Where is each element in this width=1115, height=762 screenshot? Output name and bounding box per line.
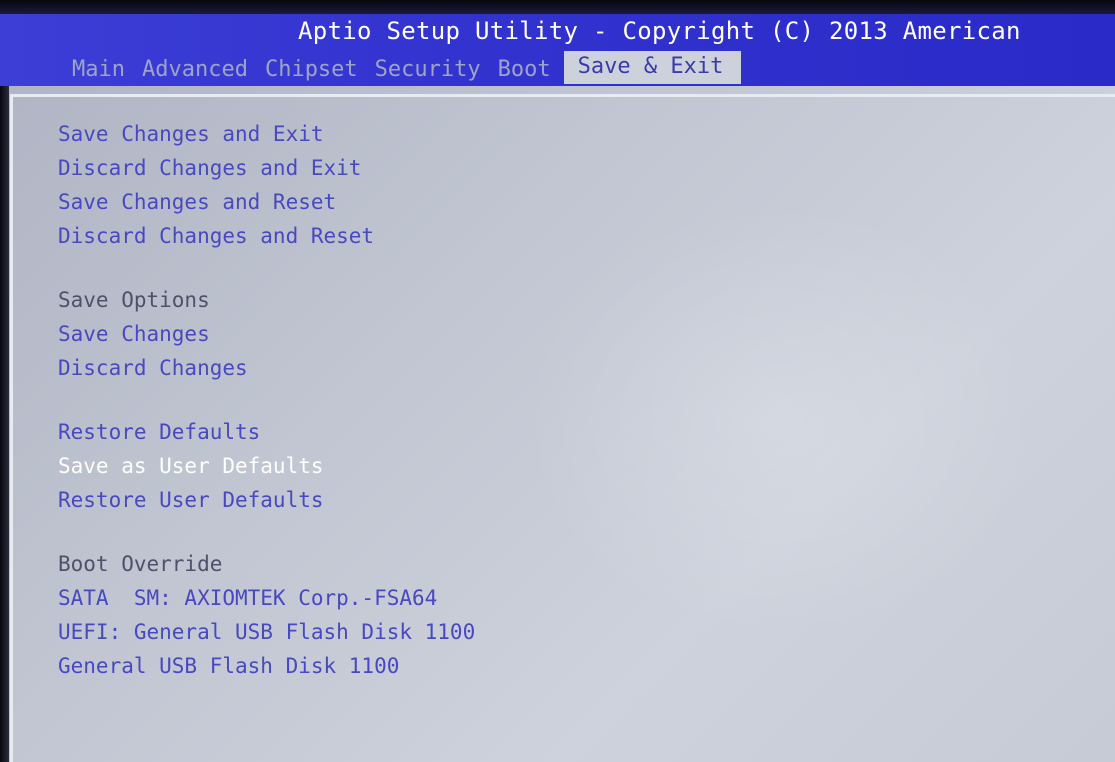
monitor-bezel-left [0, 86, 9, 762]
tab-advanced[interactable]: Advanced [142, 56, 248, 84]
bios-screen: Aptio Setup Utility - Copyright (C) 2013… [0, 0, 1115, 762]
menu-item-discard-changes-and-exit[interactable]: Discard Changes and Exit [58, 151, 475, 185]
tab-main[interactable]: Main [72, 56, 125, 84]
menu-spacer [58, 385, 475, 415]
menu-spacer [58, 517, 475, 547]
menu-item-save-changes-and-exit[interactable]: Save Changes and Exit [58, 117, 475, 151]
menu-item-restore-user-defaults[interactable]: Restore User Defaults [58, 483, 475, 517]
window-title: Aptio Setup Utility - Copyright (C) 2013… [298, 17, 1021, 45]
menu-item-boot-usb[interactable]: General USB Flash Disk 1100 [58, 649, 475, 683]
monitor-bezel-edge [0, 0, 1115, 14]
tab-save-exit[interactable]: Save & Exit [563, 51, 742, 84]
menu-item-restore-defaults[interactable]: Restore Defaults [58, 415, 475, 449]
menu-item-boot-uefi-usb[interactable]: UEFI: General USB Flash Disk 1100 [58, 615, 475, 649]
menu-item-save-changes[interactable]: Save Changes [58, 317, 475, 351]
tab-bar: Main Advanced Chipset Security Boot Save… [72, 51, 742, 84]
tab-security[interactable]: Security [375, 56, 481, 84]
tab-chipset[interactable]: Chipset [265, 56, 358, 84]
menu-spacer [58, 253, 475, 283]
tab-boot[interactable]: Boot [498, 56, 551, 84]
save-exit-menu: Save Changes and Exit Discard Changes an… [58, 117, 475, 683]
header-bar: Aptio Setup Utility - Copyright (C) 2013… [0, 0, 1115, 86]
menu-item-discard-changes-and-reset[interactable]: Discard Changes and Reset [58, 219, 475, 253]
section-header-boot-override: Boot Override [58, 552, 223, 576]
section-header-save-options: Save Options [58, 288, 210, 312]
menu-item-discard-changes[interactable]: Discard Changes [58, 351, 475, 385]
menu-item-save-changes-and-reset[interactable]: Save Changes and Reset [58, 185, 475, 219]
menu-item-boot-sata-fsa64[interactable]: SATA SM: AXIOMTEK Corp.-FSA64 [58, 581, 475, 615]
menu-item-save-as-user-defaults[interactable]: Save as User Defaults [58, 449, 475, 483]
